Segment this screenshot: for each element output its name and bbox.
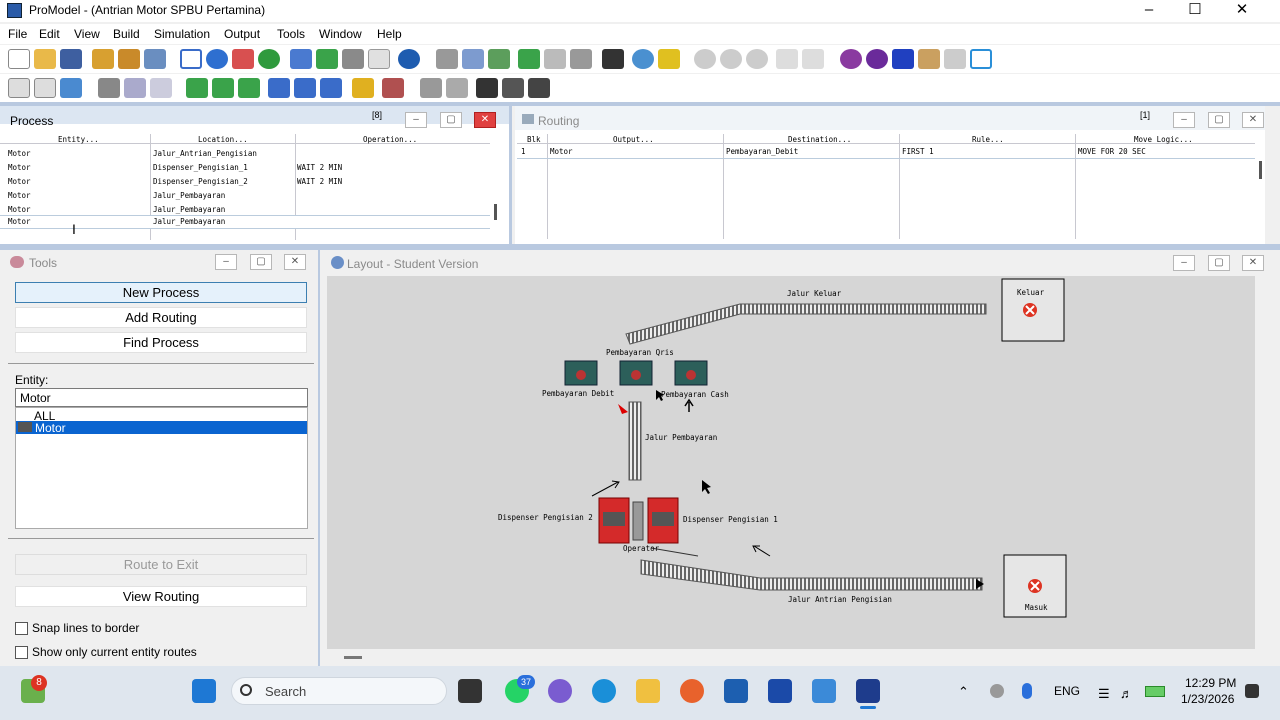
dispenser-screen [603, 512, 625, 526]
windows-start-icon[interactable] [192, 679, 216, 703]
app-icon[interactable] [768, 679, 792, 703]
cursor-arrow-icon [702, 480, 711, 494]
jalur-keluar-conveyor[interactable] [625, 303, 987, 345]
jalur-antrian-conveyor[interactable] [640, 559, 983, 591]
operator-icon [576, 370, 586, 380]
arrow-icon [752, 545, 771, 557]
label-jalur-antrian: Jalur Antrian Pengisian [788, 595, 892, 604]
label-dispenser-1: Dispenser Pengisian 1 [683, 515, 778, 524]
store-icon[interactable] [724, 679, 748, 703]
language-indicator[interactable]: ENG [1054, 684, 1080, 698]
label-pembayaran-qris: Pembayaran Qris [606, 348, 674, 357]
notification-icon[interactable] [1245, 684, 1259, 698]
task-view-icon[interactable] [458, 679, 482, 703]
microphone-icon[interactable] [1022, 683, 1032, 699]
file-explorer-icon[interactable] [636, 679, 660, 703]
firefox-icon[interactable] [680, 679, 704, 703]
snipping-icon[interactable] [812, 679, 836, 703]
jalur-pembayaran-conveyor[interactable] [628, 401, 642, 481]
operator-icon [631, 370, 641, 380]
clock-date[interactable]: 1/23/2026 [1181, 692, 1234, 706]
label-masuk: Masuk [1025, 603, 1048, 612]
operator-figure[interactable] [632, 501, 644, 541]
volume-icon[interactable]: ♬ [1120, 686, 1133, 701]
promodel-taskbar-icon[interactable] [856, 679, 880, 703]
label-pembayaran-cash: Pembayaran Cash [661, 390, 729, 399]
edge-icon[interactable] [592, 679, 616, 703]
search-placeholder: Search [265, 684, 307, 699]
label-jalur-pembayaran: Jalur Pembayaran [645, 433, 718, 442]
chevron-up-icon[interactable]: ⌃ [958, 684, 969, 700]
arrow-icon [684, 398, 694, 412]
operator-icon [686, 370, 696, 380]
wifi-icon[interactable]: ☰ [1098, 686, 1110, 702]
active-indicator [860, 706, 876, 709]
label-operator: Operator [623, 544, 660, 553]
red-arrow-icon [618, 404, 628, 414]
arrow-icon [591, 480, 620, 497]
battery-icon[interactable] [1145, 686, 1165, 697]
copilot-icon[interactable] [548, 679, 572, 703]
taskbar-search[interactable] [231, 677, 447, 705]
label-jalur-keluar: Jalur Keluar [787, 289, 842, 298]
whatsapp-badge: 37 [517, 675, 535, 689]
layout-graphics [564, 278, 1067, 618]
search-icon [240, 684, 252, 696]
label-dispenser-2: Dispenser Pengisian 2 [498, 513, 593, 522]
label-keluar: Keluar [1017, 288, 1045, 297]
label-pembayaran-debit: Pembayaran Debit [542, 389, 615, 398]
dispenser-screen [652, 512, 674, 526]
clock-time[interactable]: 12:29 PM [1185, 676, 1236, 690]
badge: 8 [31, 675, 47, 691]
tray-icon[interactable] [990, 684, 1004, 698]
